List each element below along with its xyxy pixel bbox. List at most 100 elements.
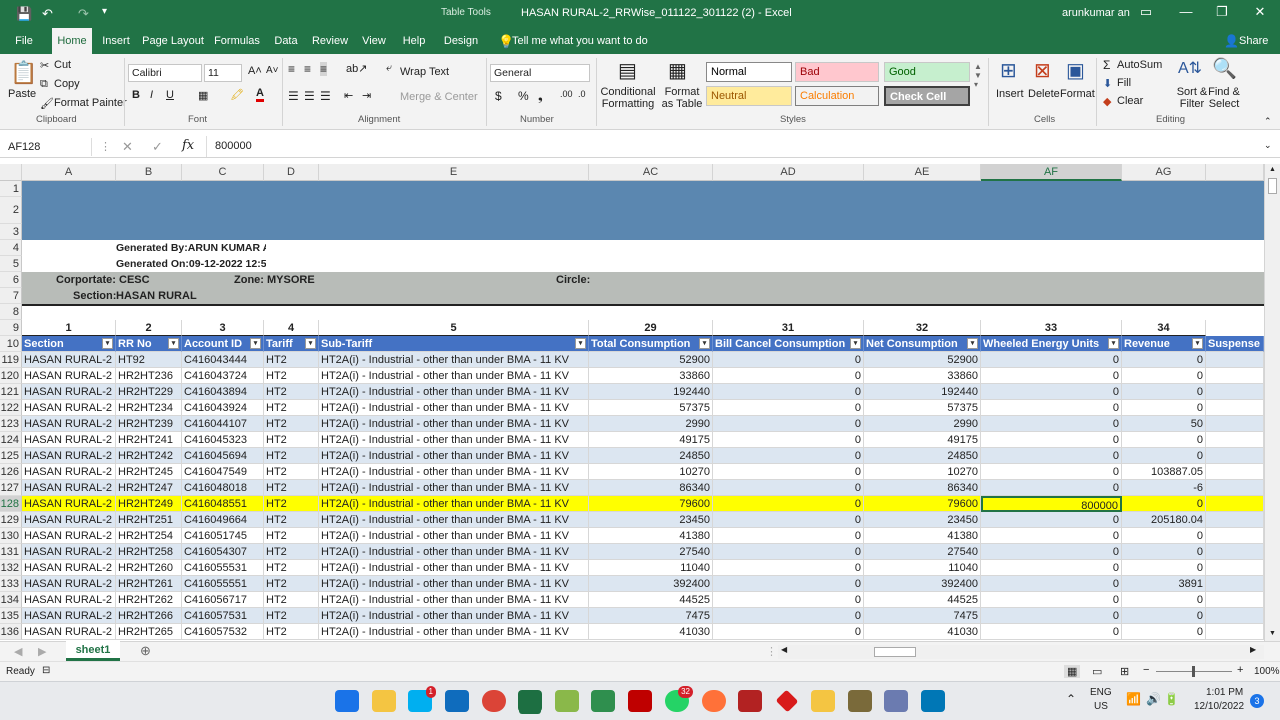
cell-revenue[interactable]: 0 bbox=[1122, 400, 1206, 416]
cell-tariff[interactable]: HT2 bbox=[264, 496, 319, 512]
cell-sub[interactable]: HT2A(i) - Industrial - other than under … bbox=[319, 624, 589, 640]
restore-button[interactable]: ❐ bbox=[1212, 4, 1232, 20]
cell-empty[interactable] bbox=[1206, 384, 1264, 400]
cell-revenue[interactable]: 0 bbox=[1122, 608, 1206, 624]
orientation-icon[interactable]: ab↗ bbox=[346, 62, 367, 75]
cell-sub[interactable]: HT2A(i) - Industrial - other than under … bbox=[319, 496, 589, 512]
cell-revenue[interactable]: -6 bbox=[1122, 480, 1206, 496]
cell-revenue[interactable]: 0 bbox=[1122, 352, 1206, 368]
cell-total[interactable]: 41380 bbox=[589, 528, 713, 544]
cell-wheeled[interactable]: 0 bbox=[981, 464, 1122, 480]
filter-dropdown-icon[interactable]: ▾ bbox=[168, 338, 179, 349]
cell-tariff[interactable]: HT2 bbox=[264, 352, 319, 368]
cell-rr[interactable]: HR2HT247 bbox=[116, 480, 182, 496]
comma-icon[interactable]: ❟ bbox=[538, 89, 543, 104]
cell-revenue[interactable]: 0 bbox=[1122, 384, 1206, 400]
cell-section[interactable]: HASAN RURAL-2 bbox=[22, 480, 116, 496]
cell-total[interactable]: 44525 bbox=[589, 592, 713, 608]
cell-revenue[interactable]: 0 bbox=[1122, 560, 1206, 576]
cell-wheeled[interactable]: 0 bbox=[981, 608, 1122, 624]
row-header[interactable]: 2 bbox=[0, 197, 22, 224]
cell-net[interactable]: 7475 bbox=[864, 608, 981, 624]
zoom-slider-thumb[interactable] bbox=[1192, 666, 1195, 677]
tab-data[interactable]: Data bbox=[270, 28, 302, 54]
cell-acc[interactable]: C416045694 bbox=[182, 448, 264, 464]
cell-cancel[interactable]: 0 bbox=[713, 368, 864, 384]
cell-rr[interactable]: HR2HT229 bbox=[116, 384, 182, 400]
cell-rr[interactable]: HR2HT261 bbox=[116, 576, 182, 592]
cell-total[interactable]: 392400 bbox=[589, 576, 713, 592]
cell-sub[interactable]: HT2A(i) - Industrial - other than under … bbox=[319, 608, 589, 624]
add-sheet-icon[interactable]: ⊕ bbox=[140, 643, 151, 659]
cell-tariff[interactable]: HT2 bbox=[264, 432, 319, 448]
cell-cancel[interactable]: 0 bbox=[713, 544, 864, 560]
cell-section[interactable]: HASAN RURAL-2 bbox=[22, 416, 116, 432]
cell-acc[interactable]: C416048018 bbox=[182, 480, 264, 496]
app-icon[interactable] bbox=[921, 690, 945, 712]
cell-total[interactable]: 2990 bbox=[589, 416, 713, 432]
zoom-level[interactable]: 100% bbox=[1254, 666, 1280, 677]
delete-cells-button[interactable]: Delete bbox=[1028, 88, 1060, 100]
cell-rr[interactable]: HR2HT251 bbox=[116, 512, 182, 528]
clock-time[interactable]: 1:01 PM bbox=[1206, 687, 1243, 698]
cell-sub[interactable]: HT2A(i) - Industrial - other than under … bbox=[319, 464, 589, 480]
cell-cancel[interactable]: 0 bbox=[713, 496, 864, 512]
cell-section[interactable]: HASAN RURAL-2 bbox=[22, 496, 116, 512]
filter-dropdown-icon[interactable]: ▾ bbox=[305, 338, 316, 349]
cell-cancel[interactable]: 0 bbox=[713, 592, 864, 608]
decrease-decimal-icon[interactable]: .0 bbox=[578, 89, 586, 99]
format-cells-button[interactable]: Format bbox=[1060, 88, 1095, 100]
cell-tariff[interactable]: HT2 bbox=[264, 576, 319, 592]
scroll-right-icon[interactable]: ▶ bbox=[1250, 645, 1256, 654]
table-header-cell[interactable]: Suspense F bbox=[1206, 336, 1264, 352]
wifi-icon[interactable]: 📶 bbox=[1126, 692, 1141, 706]
clear-button[interactable]: Clear bbox=[1117, 95, 1143, 107]
insert-function-icon[interactable]: fx bbox=[182, 138, 194, 153]
cell-net[interactable]: 79600 bbox=[864, 496, 981, 512]
row-header[interactable]: 121 bbox=[0, 384, 22, 400]
cell-wheeled[interactable]: 0 bbox=[981, 528, 1122, 544]
align-left-icon[interactable]: ☰ bbox=[288, 89, 299, 103]
cell-rr[interactable]: HR2HT262 bbox=[116, 592, 182, 608]
cell-empty[interactable] bbox=[1206, 432, 1264, 448]
skype-icon[interactable]: 1 bbox=[408, 686, 436, 712]
cell-tariff[interactable]: HT2 bbox=[264, 368, 319, 384]
row-header[interactable]: 10 bbox=[0, 336, 22, 352]
cell-rr[interactable]: HR2HT241 bbox=[116, 432, 182, 448]
filter-dropdown-icon[interactable]: ▾ bbox=[575, 338, 586, 349]
column-header-c[interactable]: C bbox=[182, 164, 264, 181]
cell-sub[interactable]: HT2A(i) - Industrial - other than under … bbox=[319, 560, 589, 576]
cell-revenue[interactable]: 205180.04 bbox=[1122, 512, 1206, 528]
cell-revenue[interactable]: 3891 bbox=[1122, 576, 1206, 592]
cell-cancel[interactable]: 0 bbox=[713, 384, 864, 400]
cell-rr[interactable]: HR2HT242 bbox=[116, 448, 182, 464]
style-good[interactable]: Good bbox=[884, 62, 970, 82]
cell-empty[interactable] bbox=[1206, 560, 1264, 576]
row-header[interactable]: 134 bbox=[0, 592, 22, 608]
vertical-scrollbar[interactable]: ▲ ▼ bbox=[1264, 164, 1280, 641]
cell-net[interactable]: 41380 bbox=[864, 528, 981, 544]
cell-sub[interactable]: HT2A(i) - Industrial - other than under … bbox=[319, 368, 589, 384]
style-check-cell[interactable]: Check Cell bbox=[884, 86, 970, 106]
row-header[interactable]: 8 bbox=[0, 304, 22, 320]
align-center-icon[interactable]: ☰ bbox=[304, 89, 315, 103]
cell-cancel[interactable]: 0 bbox=[713, 352, 864, 368]
volume-icon[interactable]: 🔊 bbox=[1146, 692, 1161, 706]
cell-cancel[interactable]: 0 bbox=[713, 576, 864, 592]
cell-sub[interactable]: HT2A(i) - Industrial - other than under … bbox=[319, 592, 589, 608]
cell-tariff[interactable]: HT2 bbox=[264, 400, 319, 416]
align-top-icon[interactable]: ≡ bbox=[288, 62, 295, 76]
style-neutral[interactable]: Neutral bbox=[706, 86, 792, 106]
cell-tariff[interactable]: HT2 bbox=[264, 480, 319, 496]
app-icon[interactable] bbox=[555, 690, 579, 712]
cell-empty[interactable] bbox=[1206, 496, 1264, 512]
cell-section[interactable]: HASAN RURAL-2 bbox=[22, 512, 116, 528]
cell-cancel[interactable]: 0 bbox=[713, 528, 864, 544]
shrink-font-icon[interactable]: A˅ bbox=[266, 65, 279, 76]
formula-input[interactable]: 800000 bbox=[206, 136, 1266, 157]
row-header[interactable]: 133 bbox=[0, 576, 22, 592]
prev-sheet-icon[interactable]: ◀ bbox=[14, 645, 22, 658]
cell-acc[interactable]: C416048551 bbox=[182, 496, 264, 512]
name-box[interactable]: AF128 bbox=[4, 138, 92, 156]
cell-section[interactable]: HASAN RURAL-2 bbox=[22, 400, 116, 416]
